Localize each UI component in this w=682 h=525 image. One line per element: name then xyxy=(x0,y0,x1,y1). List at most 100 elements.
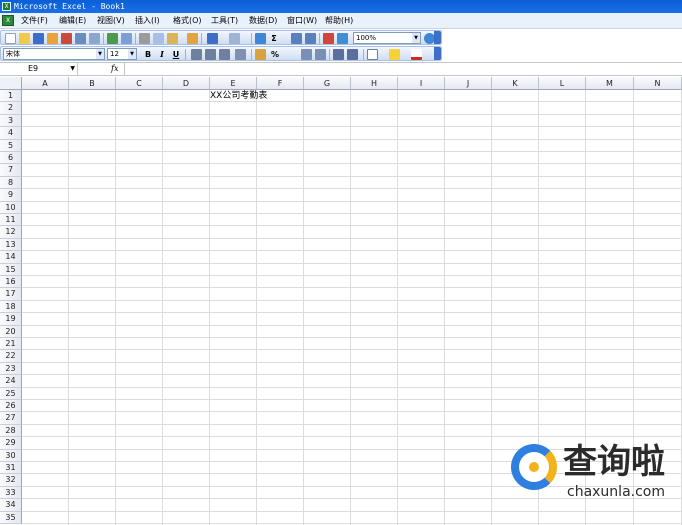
chevron-down-icon[interactable]: ▼ xyxy=(96,49,104,59)
toolbar-options-icon[interactable] xyxy=(434,47,441,60)
column-header-i[interactable]: I xyxy=(398,77,445,90)
insert-function-icon[interactable]: fx xyxy=(111,63,118,75)
menu-insert[interactable]: 插入(I) xyxy=(135,13,160,29)
row-header-35[interactable]: 35 xyxy=(0,511,22,524)
row-header-17[interactable]: 17 xyxy=(0,288,22,301)
row-header-9[interactable]: 9 xyxy=(0,189,22,202)
row-header-20[interactable]: 20 xyxy=(0,325,22,338)
chevron-down-icon[interactable]: ▼ xyxy=(70,63,75,75)
chevron-down-icon[interactable]: ▼ xyxy=(412,33,420,43)
row-header-1[interactable]: 1 xyxy=(0,90,22,103)
row-header-22[interactable]: 22 xyxy=(0,350,22,363)
fill-color-icon[interactable] xyxy=(389,49,400,60)
column-header-a[interactable]: A xyxy=(22,77,69,90)
menu-file[interactable]: 文件(F) xyxy=(21,13,48,29)
permission-icon[interactable] xyxy=(47,33,58,44)
row-header-13[interactable]: 13 xyxy=(0,238,22,252)
row-header-5[interactable]: 5 xyxy=(0,139,22,152)
row-header-2[interactable]: 2 xyxy=(0,102,22,115)
italic-button[interactable]: I xyxy=(157,48,167,61)
save-icon[interactable] xyxy=(33,33,44,44)
drawing-icon[interactable] xyxy=(337,33,348,44)
row-header-11[interactable]: 11 xyxy=(0,214,22,227)
percent-button[interactable]: % xyxy=(269,48,281,61)
row-header-32[interactable]: 32 xyxy=(0,474,22,487)
column-header-c[interactable]: C xyxy=(116,77,163,90)
paste-icon[interactable] xyxy=(167,33,178,44)
sort-descending-icon[interactable] xyxy=(305,33,316,44)
row-header-14[interactable]: 14 xyxy=(0,251,22,264)
email-icon[interactable] xyxy=(61,33,72,44)
font-size-select[interactable]: 12 ▼ xyxy=(107,48,137,60)
column-header-k[interactable]: K xyxy=(492,77,539,90)
menu-format[interactable]: 格式(O) xyxy=(173,13,202,29)
open-icon[interactable] xyxy=(19,33,30,44)
menu-help[interactable]: 帮助(H) xyxy=(325,13,353,29)
align-center-icon[interactable] xyxy=(205,49,216,60)
row-header-26[interactable]: 26 xyxy=(0,400,22,413)
row-header-19[interactable]: 19 xyxy=(0,313,22,326)
toolbar-options-icon[interactable] xyxy=(434,31,441,44)
print-preview-icon[interactable] xyxy=(89,33,100,44)
cell-e1[interactable]: XX公司考勤表 xyxy=(210,90,267,102)
borders-icon[interactable] xyxy=(367,49,378,60)
row-header-25[interactable]: 25 xyxy=(0,387,22,400)
row-header-8[interactable]: 8 xyxy=(0,176,22,190)
row-header-31[interactable]: 31 xyxy=(0,462,22,475)
column-header-l[interactable]: L xyxy=(539,77,586,90)
column-header-d[interactable]: D xyxy=(163,77,210,90)
decrease-indent-icon[interactable] xyxy=(333,49,344,60)
redo-icon[interactable] xyxy=(229,33,240,44)
spelling-icon[interactable] xyxy=(107,33,118,44)
decrease-decimal-icon[interactable] xyxy=(315,49,326,60)
copy-icon[interactable] xyxy=(153,33,164,44)
autosum-icon[interactable]: Σ xyxy=(269,32,279,45)
merge-center-icon[interactable] xyxy=(235,49,246,60)
sort-ascending-icon[interactable] xyxy=(291,33,302,44)
row-header-24[interactable]: 24 xyxy=(0,375,22,388)
font-name-select[interactable]: 宋体 ▼ xyxy=(3,48,105,60)
row-header-18[interactable]: 18 xyxy=(0,300,22,314)
column-header-e[interactable]: E xyxy=(210,77,257,90)
column-header-g[interactable]: G xyxy=(304,77,351,90)
column-header-b[interactable]: B xyxy=(69,77,116,90)
row-header-10[interactable]: 10 xyxy=(0,201,22,214)
increase-indent-icon[interactable] xyxy=(347,49,358,60)
row-header-33[interactable]: 33 xyxy=(0,486,22,500)
row-header-21[interactable]: 21 xyxy=(0,338,22,351)
menu-edit[interactable]: 编辑(E) xyxy=(59,13,86,29)
cut-icon[interactable] xyxy=(139,33,150,44)
row-header-4[interactable]: 4 xyxy=(0,127,22,140)
chevron-down-icon[interactable]: ▼ xyxy=(128,49,136,59)
menu-tools[interactable]: 工具(T) xyxy=(211,13,238,29)
research-icon[interactable] xyxy=(121,33,132,44)
workbook-icon[interactable]: X xyxy=(2,15,14,26)
row-header-34[interactable]: 34 xyxy=(0,499,22,512)
print-icon[interactable] xyxy=(75,33,86,44)
align-right-icon[interactable] xyxy=(219,49,230,60)
row-header-30[interactable]: 30 xyxy=(0,449,22,462)
row-header-23[interactable]: 23 xyxy=(0,362,22,376)
row-header-12[interactable]: 12 xyxy=(0,226,22,239)
select-all-corner[interactable] xyxy=(0,77,22,90)
menu-view[interactable]: 视图(V) xyxy=(97,13,125,29)
row-header-27[interactable]: 27 xyxy=(0,412,22,425)
chart-wizard-icon[interactable] xyxy=(323,33,334,44)
increase-decimal-icon[interactable] xyxy=(301,49,312,60)
row-header-28[interactable]: 28 xyxy=(0,424,22,438)
menu-data[interactable]: 数据(D) xyxy=(249,13,277,29)
currency-icon[interactable] xyxy=(255,49,266,60)
font-color-icon[interactable] xyxy=(411,49,422,60)
underline-button[interactable]: U xyxy=(171,48,181,61)
undo-icon[interactable] xyxy=(207,33,218,44)
bold-button[interactable]: B xyxy=(143,48,153,61)
column-header-h[interactable]: H xyxy=(351,77,398,90)
format-painter-icon[interactable] xyxy=(187,33,198,44)
hyperlink-icon[interactable] xyxy=(255,33,266,44)
formula-input[interactable] xyxy=(124,63,682,75)
row-header-7[interactable]: 7 xyxy=(0,164,22,177)
menu-window[interactable]: 窗口(W) xyxy=(287,13,317,29)
column-header-n[interactable]: N xyxy=(634,77,682,90)
column-header-f[interactable]: F xyxy=(257,77,304,90)
row-header-15[interactable]: 15 xyxy=(0,263,22,276)
